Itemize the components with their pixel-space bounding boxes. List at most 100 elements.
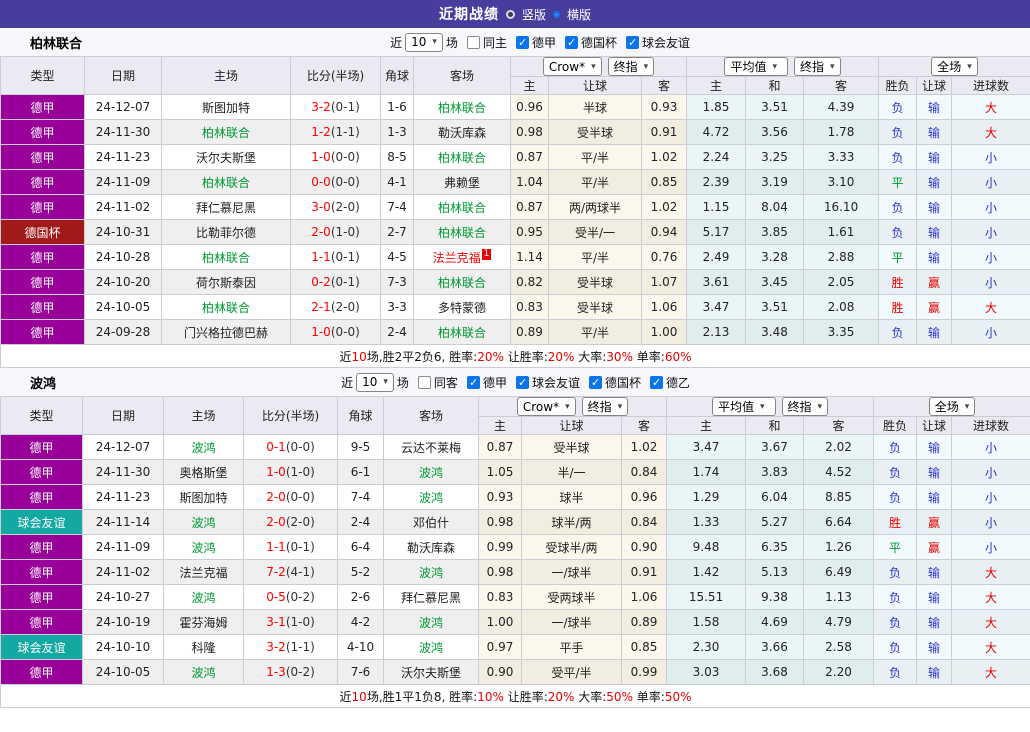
home-odds: 0.99 [478,534,522,560]
same-venue-checkbox[interactable] [417,375,431,389]
league-filter-checkbox[interactable]: ✓ [625,35,639,49]
handicap-outcome: 输 [916,484,953,510]
summary-text: 10 [351,689,367,704]
final-index-select[interactable]: 终指 ▾ [607,57,655,76]
matches-table: 类型 日期 主场 比分(半场) 角球 客场 Crow* ▾ 终指 ▾ 平均值 ▾ 终指 ▾ 全场 ▾ 主让球客主… [0,56,1030,368]
match-row: 德甲 24-11-23 斯图加特 2-0(0-0) 7-4 波鸿 0.93 球半 0.96 1.2… [0,484,1030,510]
full-match-select[interactable]: 全场 ▾ [931,57,978,76]
final-index-select[interactable]: 终指 ▾ [781,397,829,416]
chevron-down-icon: ▾ [383,377,388,387]
summary-text: 让胜率: [503,689,548,704]
final-index-select[interactable]: 终指 ▾ [794,57,841,76]
title-bar: 近期战绩 竖版 横版 [0,0,1030,28]
column-header: 主 [510,76,549,95]
corner-score: 7-4 [380,194,414,220]
same-venue-label: 同客 [433,375,458,390]
home-odds: 0.82 [510,269,549,295]
away-team: 弗赖堡 [413,169,511,195]
handicap-line: 一/球半 [521,609,622,635]
avg-draw-odds: 3.28 [745,244,805,270]
match-type-cell: 德甲 [0,194,85,220]
handicap-outcome: 输 [916,194,953,220]
corner-score: 7-3 [380,269,414,295]
home-team: 门兴格拉德巴赫 [161,319,291,345]
horizontal-layout-radio[interactable] [553,10,560,18]
away-team: 柏林联合 [413,269,511,295]
recent-count-select[interactable]: 10 ▾ [356,372,394,392]
league-filter-checkbox[interactable]: ✓ [564,35,578,49]
same-venue-checkbox[interactable] [466,35,480,49]
team-name-text: 奥格斯堡 [179,465,228,480]
match-type-cell: 德国杯 [0,219,85,245]
avg-home-odds: 1.29 [666,484,747,510]
average-select[interactable]: 平均值 ▾ [711,397,776,416]
halftime-score: (1-0) [285,465,315,479]
fulltime-score: 2-1 [311,300,331,314]
vertical-layout-radio[interactable] [505,9,515,19]
home-odds: 0.87 [478,434,522,460]
checkmark-icon: ✓ [627,35,638,49]
avg-draw-odds: 5.27 [745,509,805,535]
match-date: 24-10-10 [82,634,164,660]
goals-outcome: 小 [951,269,1030,295]
score: 1-2(1-1) [290,119,381,145]
league-filter-checkbox[interactable]: ✓ [515,35,529,49]
bookmaker-select[interactable]: Crow* ▾ [542,57,602,76]
full-match-select[interactable]: 全场 ▾ [928,397,976,416]
home-odds: 0.96 [510,94,549,120]
result-outcome: 负 [878,94,918,120]
match-type-cell: 球会友谊 [0,509,83,535]
home-team: 柏林联合 [161,119,291,145]
away-odds: 0.91 [620,559,668,585]
column-header: 主 [666,416,747,435]
goals-outcome: 大 [951,294,1030,320]
away-odds: 0.96 [620,484,668,510]
bookmaker-select[interactable]: Crow* ▾ [516,397,576,416]
avg-away-odds: 2.88 [803,244,880,270]
avg-draw-odds: 5.13 [745,559,805,585]
league-filter-checkbox[interactable]: ✓ [515,375,529,389]
select-value: 全场 [934,400,959,414]
section-filter-row: 柏林联合近 10 ▾ 场同主 ✓ 德甲 ✓ 德国杯 ✓ 球会友谊 [0,28,1030,56]
fulltime-score: 0-0 [311,175,331,189]
avg-away-odds: 1.61 [803,219,880,245]
filter-controls: 近 10 ▾ 场同主 ✓ 德甲 ✓ 德国杯 ✓ 球会友谊 [390,28,690,56]
match-date: 24-10-31 [84,219,162,245]
chevron-down-icon: ▾ [565,401,570,412]
goals-outcome: 小 [951,484,1030,510]
select-value: 10 [362,375,378,389]
home-odds: 0.95 [510,219,549,245]
away-odds: 1.00 [640,319,688,345]
league-filter-checkbox[interactable]: ✓ [588,375,602,389]
handicap-outcome: 输 [916,459,953,485]
match-date: 24-10-27 [82,584,164,610]
chevron-down-icon: ▾ [432,37,437,47]
score: 0-1(0-0) [243,434,338,460]
handicap-outcome: 输 [916,659,953,685]
final-index-select[interactable]: 终指 ▾ [581,397,629,416]
score: 1-0(0-0) [290,144,381,170]
handicap-line: 受半球 [548,269,642,295]
home-odds: 0.89 [510,319,549,345]
section-summary: 近10场,胜1平1负8, 胜率:10% 让胜率:20% 大率:50% 单率:50… [0,684,1030,708]
select-value: 10 [411,35,427,49]
league-filter-checkbox[interactable]: ✓ [466,375,480,389]
handicap-line: 受半/一 [548,219,642,245]
recent-count-select[interactable]: 10 ▾ [405,32,443,52]
result-outcome: 负 [873,634,918,660]
avg-away-odds: 1.26 [803,534,875,560]
corner-score: 1-6 [380,94,414,120]
halftime-score: (0-0) [330,175,360,189]
fulltime-score: 0-2 [311,275,331,289]
summary-text: 10% [477,689,504,704]
away-odds: 1.06 [640,294,688,320]
home-team: 沃尔夫斯堡 [161,144,291,170]
halftime-score: (0-1) [285,540,315,554]
match-date: 24-12-07 [82,434,164,460]
average-select[interactable]: 平均值 ▾ [724,57,789,76]
league-filter-checkbox[interactable]: ✓ [649,375,663,389]
team-sections: 柏林联合近 10 ▾ 场同主 ✓ 德甲 ✓ 德国杯 ✓ 球会友谊 类型 日期 主场 比分(半场) 角球 客场 C… [0,28,1030,708]
halftime-score: (0-1) [330,100,360,114]
match-type-cell: 德甲 [0,534,83,560]
select-value: 终指 [587,400,612,414]
